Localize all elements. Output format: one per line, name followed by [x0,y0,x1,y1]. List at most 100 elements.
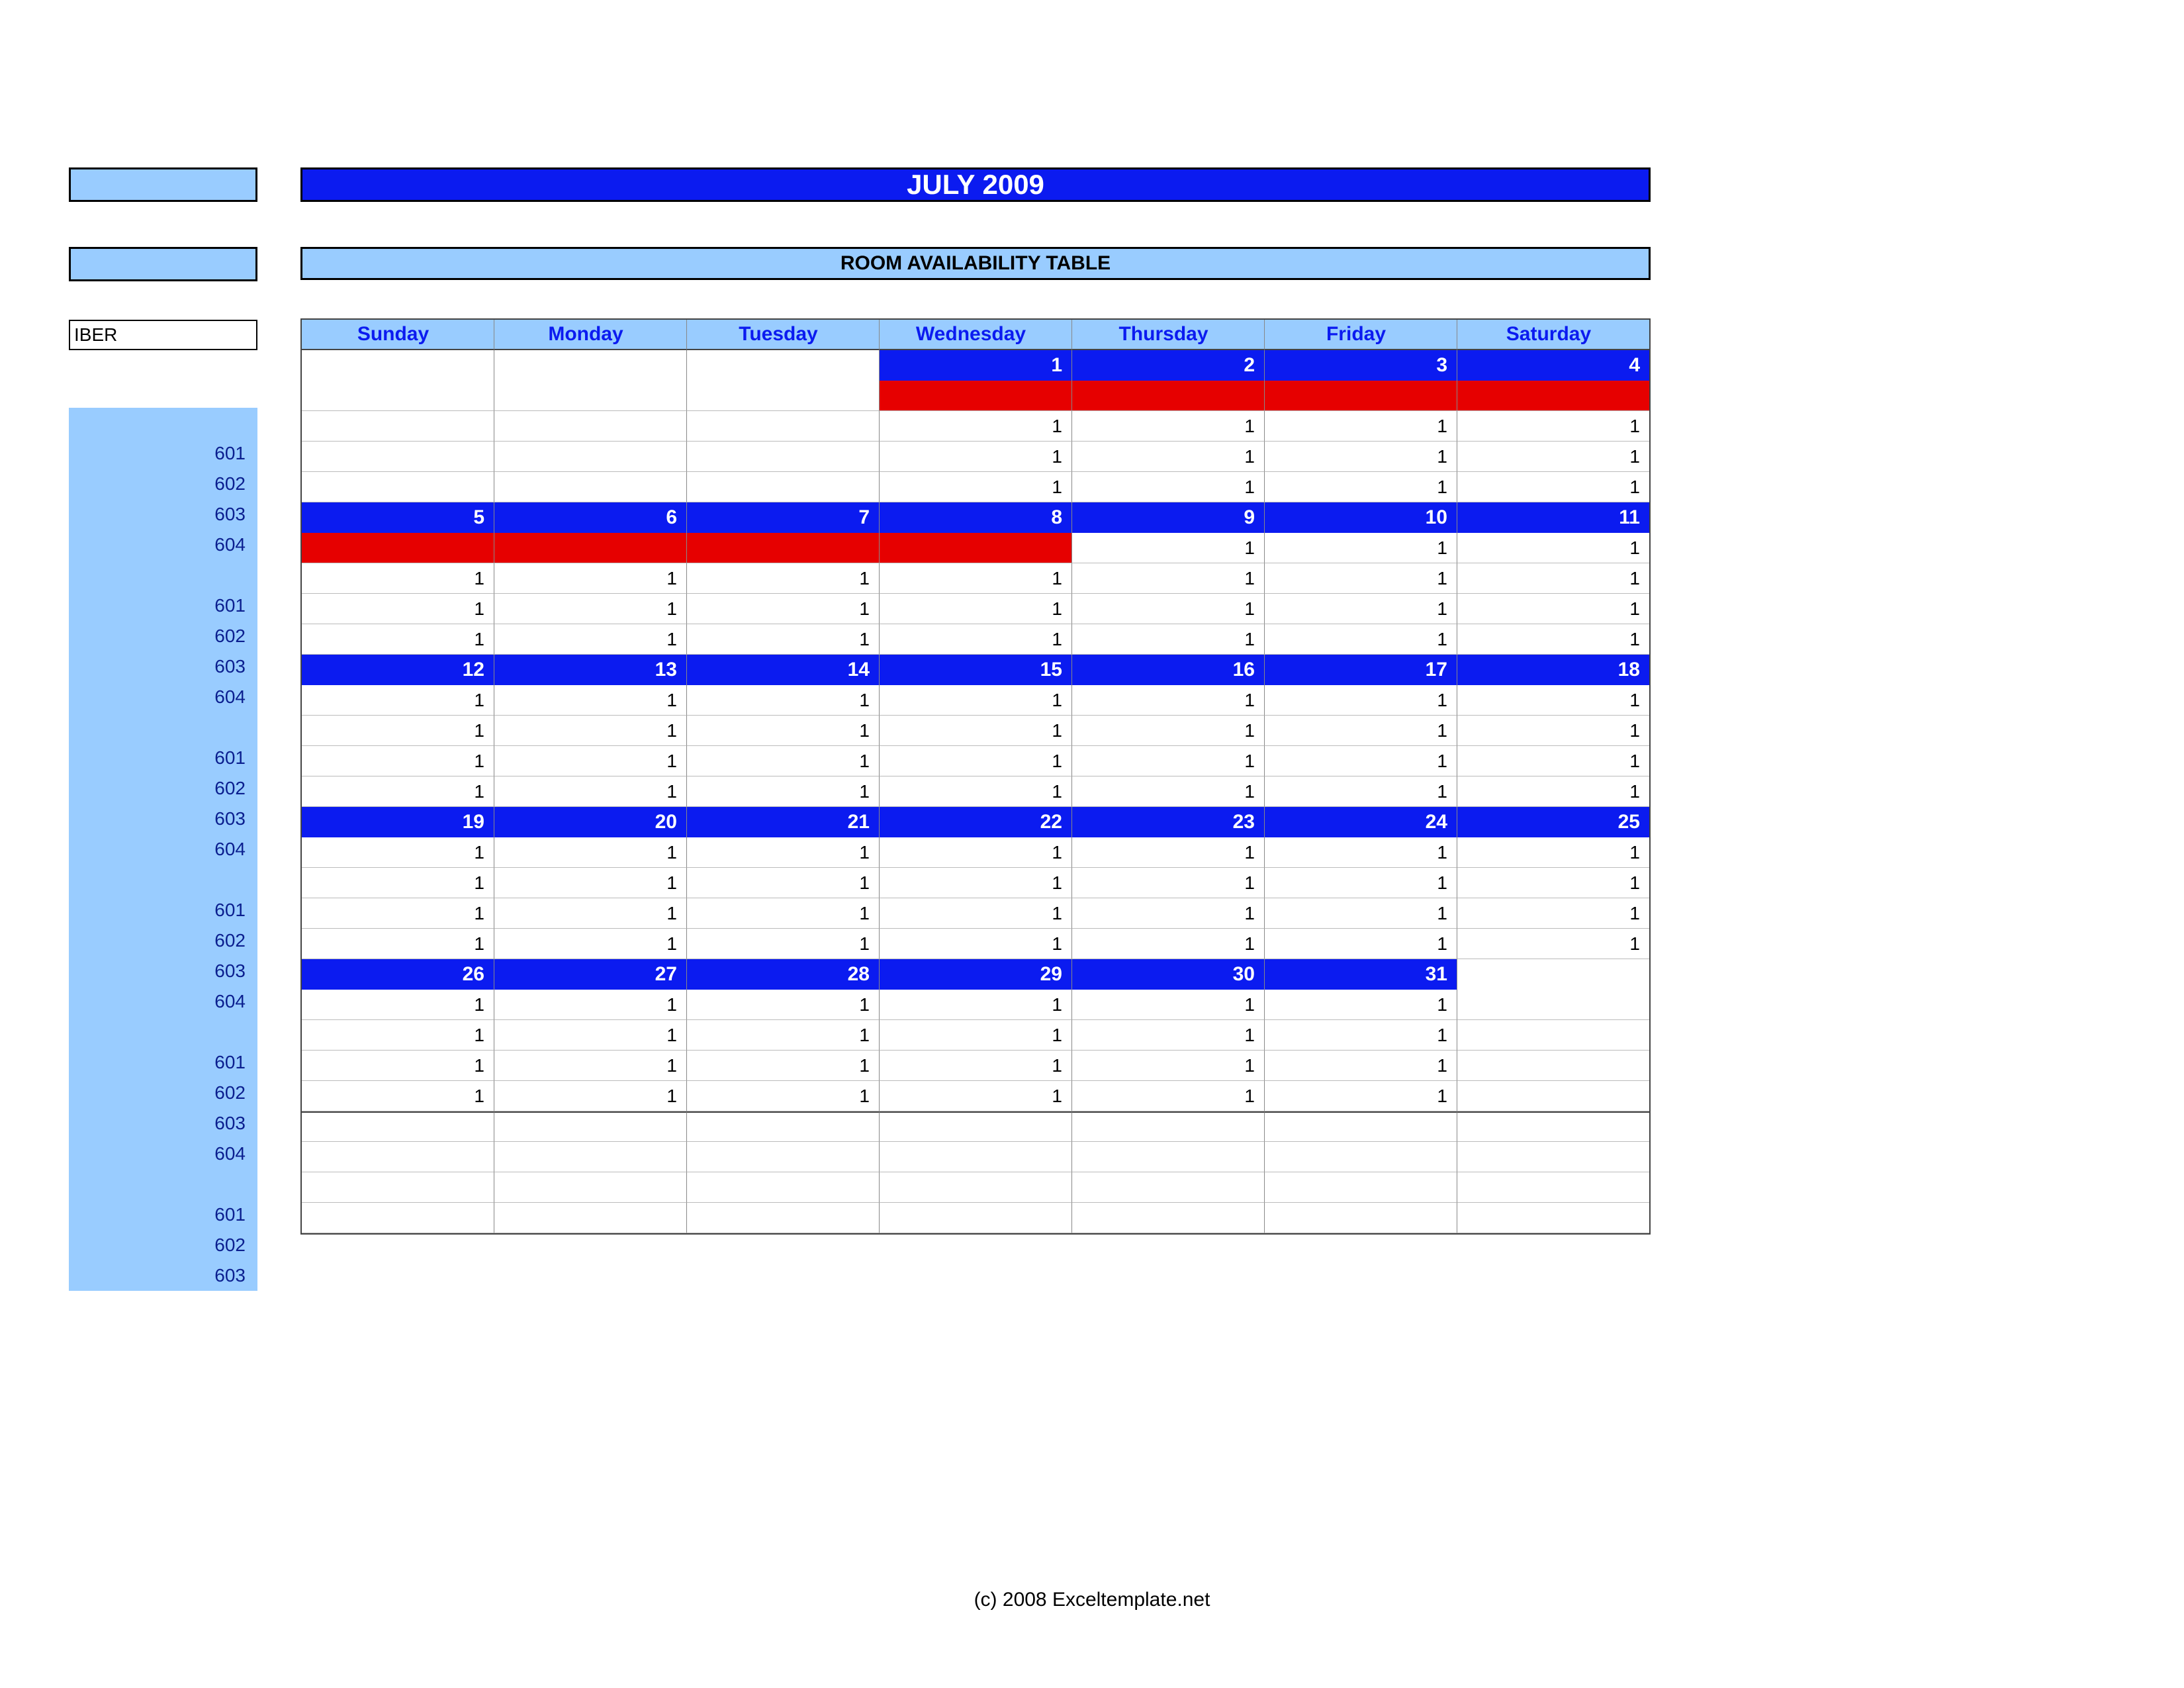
availability-cell: 1 [494,1020,687,1051]
availability-cell: 1 [880,1051,1072,1081]
iber-label: IBER [74,324,117,346]
room-number: 601 [69,1199,257,1230]
room-number: 603 [69,1108,257,1139]
availability-row: 111111 [302,1081,1649,1111]
date-row: 262728293031 [302,959,1649,990]
room-number: 601 [69,895,257,925]
availability-cell: 1 [687,929,880,959]
availability-cell [687,472,880,502]
date-cell [494,350,687,381]
availability-cell [687,442,880,472]
availability-cell: 1 [1457,533,1649,563]
availability-cell: 1 [302,563,494,594]
availability-cell [1457,381,1649,411]
availability-row: 1111111 [302,594,1649,624]
room-number: 602 [69,773,257,804]
date-cell [302,350,494,381]
availability-cell: 1 [687,1081,880,1111]
date-cell: 31 [1265,959,1457,990]
availability-row: 111111 [302,1051,1649,1081]
room-number: 604 [69,986,257,1017]
date-cell: 12 [302,655,494,685]
availability-cell: 1 [687,716,880,746]
availability-cell: 1 [1265,990,1457,1020]
date-cell: 1 [880,350,1072,381]
availability-cell [1072,1203,1265,1233]
room-number: 603 [69,1260,257,1291]
date-cell: 8 [880,502,1072,533]
availability-cell [1072,1172,1265,1203]
availability-cell: 1 [880,776,1072,807]
availability-cell: 1 [1072,563,1265,594]
availability-row: 111111 [302,990,1649,1020]
availability-row: 1111 [302,411,1649,442]
availability-cell [302,411,494,442]
day-header: Monday [494,320,687,350]
availability-cell: 1 [880,929,1072,959]
day-header: Friday [1265,320,1457,350]
availability-cell: 1 [880,472,1072,502]
availability-cell [302,1203,494,1233]
day-header-row: SundayMondayTuesdayWednesdayThursdayFrid… [302,320,1649,350]
day-header: Thursday [1072,320,1265,350]
availability-cell: 1 [1072,685,1265,716]
availability-cell: 1 [1457,776,1649,807]
date-cell: 24 [1265,807,1457,837]
left-column: IBER [69,167,257,350]
availability-cell: 1 [494,837,687,868]
availability-cell: 1 [1457,929,1649,959]
title-bar: JULY 2009 [300,167,1651,202]
availability-cell [494,442,687,472]
date-row: 1234 [302,350,1649,381]
date-cell: 20 [494,807,687,837]
availability-cell: 1 [302,1081,494,1111]
availability-cell: 1 [687,1051,880,1081]
availability-cell: 1 [687,837,880,868]
day-header: Tuesday [687,320,880,350]
availability-cell [880,533,1072,563]
date-cell: 11 [1457,502,1649,533]
room-number: 604 [69,682,257,712]
availability-cell: 1 [302,929,494,959]
availability-cell [880,1172,1072,1203]
availability-cell [494,411,687,442]
availability-cell [302,381,494,411]
availability-cell: 1 [687,868,880,898]
availability-cell: 1 [880,563,1072,594]
date-cell: 4 [1457,350,1649,381]
availability-cell: 1 [1265,746,1457,776]
availability-cell: 1 [1265,472,1457,502]
availability-cell: 1 [1265,533,1457,563]
availability-row: 1111111 [302,685,1649,716]
availability-cell: 1 [880,898,1072,929]
availability-cell: 1 [687,594,880,624]
availability-cell: 1 [1265,868,1457,898]
availability-row: 1111111 [302,776,1649,807]
date-cell: 13 [494,655,687,685]
title-text: JULY 2009 [907,169,1044,201]
date-cell: 17 [1265,655,1457,685]
room-number: 602 [69,469,257,499]
day-header: Saturday [1457,320,1649,350]
availability-cell: 1 [880,716,1072,746]
availability-cell: 1 [1265,685,1457,716]
availability-grid: SundayMondayTuesdayWednesdayThursdayFrid… [300,318,1651,1235]
room-number: 602 [69,925,257,956]
room-number: 602 [69,1230,257,1260]
availability-cell [1072,381,1265,411]
availability-cell: 1 [1072,594,1265,624]
availability-cell: 1 [494,624,687,655]
availability-cell [1265,1203,1457,1233]
availability-cell: 1 [1457,685,1649,716]
date-cell: 9 [1072,502,1265,533]
availability-row: 1111111 [302,746,1649,776]
availability-cell: 1 [1265,1051,1457,1081]
availability-cell: 1 [302,624,494,655]
date-cell: 21 [687,807,880,837]
availability-cell: 1 [494,1081,687,1111]
availability-row [302,1203,1649,1233]
availability-cell: 1 [1265,1081,1457,1111]
footer-text: (c) 2008 Exceltemplate.net [974,1589,1210,1611]
availability-cell [494,1172,687,1203]
room-number: 603 [69,499,257,530]
